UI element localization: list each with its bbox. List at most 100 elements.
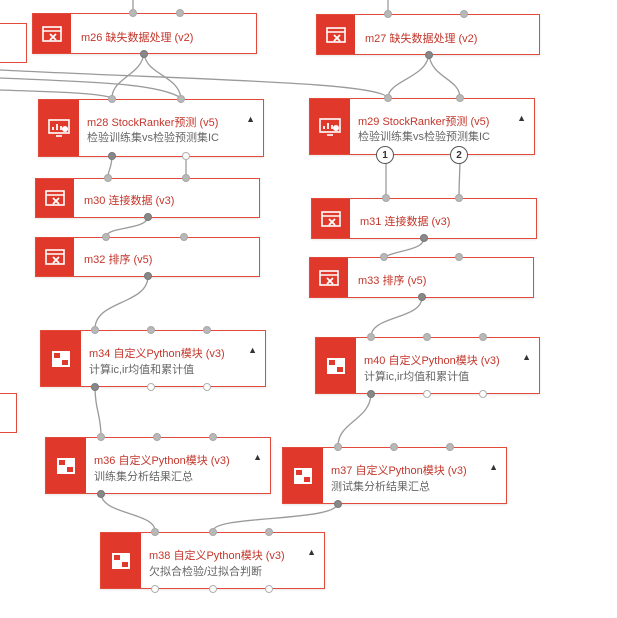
node-m37[interactable]: m37 自定义Python模块 (v3) 测试集分析结果汇总 ▲ (282, 447, 507, 504)
input-port[interactable] (423, 333, 431, 341)
output-port[interactable] (334, 500, 342, 508)
node-m33[interactable]: m33 排序 (v5) (309, 257, 534, 298)
input-port[interactable] (384, 94, 392, 102)
input-port[interactable] (176, 9, 184, 17)
input-port[interactable] (102, 233, 110, 241)
input-port[interactable] (147, 326, 155, 334)
collapse-caret-icon[interactable]: ▲ (517, 113, 526, 123)
node-title: m30 连接数据 (v3) (84, 195, 175, 207)
output-port[interactable] (140, 50, 148, 58)
node-title: m27 缺失数据处理 (v2) (365, 33, 478, 45)
collapse-caret-icon[interactable]: ▲ (248, 345, 257, 355)
input-port[interactable] (97, 433, 105, 441)
node-m30[interactable]: m30 连接数据 (v3) (35, 178, 260, 218)
output-port[interactable] (144, 272, 152, 280)
input-port[interactable] (203, 326, 211, 334)
node-title: m28 StockRanker预测 (v5) (87, 117, 219, 129)
node-m27[interactable]: m27 缺失数据处理 (v2) (316, 14, 540, 55)
input-port[interactable] (104, 174, 112, 182)
node-m36[interactable]: m36 自定义Python模块 (v3) 训练集分析结果汇总 ▲ (45, 437, 271, 494)
input-port[interactable] (456, 94, 464, 102)
output-port[interactable] (479, 390, 487, 398)
python-module-icon (41, 331, 81, 386)
node-title: m34 自定义Python模块 (v3) (89, 348, 225, 360)
output-port[interactable] (144, 213, 152, 221)
data-tool-icon (312, 199, 350, 238)
output-port-badge[interactable]: 1 (376, 146, 394, 164)
workflow-canvas[interactable]: m26 缺失数据处理 (v2) m27 缺失数据处理 (v2) m28 Stoc… (0, 0, 617, 618)
python-module-icon (101, 533, 141, 588)
node-subtitle: 测试集分析结果汇总 (331, 481, 430, 493)
node-title: m32 排序 (v5) (84, 254, 153, 266)
node-m32[interactable]: m32 排序 (v5) (35, 237, 260, 277)
input-port[interactable] (380, 253, 388, 261)
collapse-caret-icon[interactable]: ▲ (489, 462, 498, 472)
partial-node-left-bottom[interactable] (0, 393, 17, 433)
input-port[interactable] (108, 95, 116, 103)
input-port[interactable] (390, 443, 398, 451)
node-title: m26 缺失数据处理 (v2) (81, 32, 194, 44)
input-port[interactable] (209, 528, 217, 536)
input-port[interactable] (455, 194, 463, 202)
output-port-badge[interactable]: 2 (450, 146, 468, 164)
input-port[interactable] (384, 10, 392, 18)
output-port[interactable] (108, 152, 116, 160)
data-tool-icon (33, 14, 71, 53)
output-port[interactable] (418, 293, 426, 301)
input-port[interactable] (182, 174, 190, 182)
collapse-caret-icon[interactable]: ▲ (246, 114, 255, 124)
input-port[interactable] (209, 433, 217, 441)
output-port[interactable] (209, 585, 217, 593)
output-port[interactable] (367, 390, 375, 398)
input-port[interactable] (460, 10, 468, 18)
input-port[interactable] (151, 528, 159, 536)
output-port[interactable] (151, 585, 159, 593)
node-title: m33 排序 (v5) (358, 275, 427, 287)
output-port[interactable] (203, 383, 211, 391)
output-port[interactable] (147, 383, 155, 391)
partial-node-left-top[interactable] (0, 23, 27, 63)
input-port[interactable] (479, 333, 487, 341)
output-port[interactable] (91, 383, 99, 391)
input-port[interactable] (265, 528, 273, 536)
input-port[interactable] (91, 326, 99, 334)
output-port[interactable] (420, 234, 428, 242)
output-port[interactable] (265, 585, 273, 593)
python-module-icon (283, 448, 323, 503)
node-subtitle: 检验训练集vs检验预测集IC (87, 132, 219, 144)
output-port[interactable] (423, 390, 431, 398)
python-module-icon (46, 438, 86, 493)
chart-monitor-icon (39, 100, 79, 156)
input-port[interactable] (177, 95, 185, 103)
input-port[interactable] (446, 443, 454, 451)
node-title: m38 自定义Python模块 (v3) (149, 550, 285, 562)
node-m29[interactable]: m29 StockRanker预测 (v5) 检验训练集vs检验预测集IC ▲ (309, 98, 535, 155)
input-port[interactable] (455, 253, 463, 261)
node-title: m29 StockRanker预测 (v5) (358, 116, 490, 128)
input-port[interactable] (180, 233, 188, 241)
collapse-caret-icon[interactable]: ▲ (253, 452, 262, 462)
node-m31[interactable]: m31 连接数据 (v3) (311, 198, 537, 239)
input-port[interactable] (382, 194, 390, 202)
node-title: m37 自定义Python模块 (v3) (331, 465, 467, 477)
input-port[interactable] (129, 9, 137, 17)
node-m26[interactable]: m26 缺失数据处理 (v2) (32, 13, 257, 54)
output-port[interactable] (182, 152, 190, 160)
node-m40[interactable]: m40 自定义Python模块 (v3) 计算ic,ir均值和累计值 ▲ (315, 337, 540, 394)
node-title: m31 连接数据 (v3) (360, 216, 451, 228)
node-subtitle: 欠拟合检验/过拟合判断 (149, 566, 263, 578)
collapse-caret-icon[interactable]: ▲ (307, 547, 316, 557)
input-port[interactable] (153, 433, 161, 441)
input-port[interactable] (367, 333, 375, 341)
input-port[interactable] (334, 443, 342, 451)
collapse-caret-icon[interactable]: ▲ (522, 352, 531, 362)
node-subtitle: 计算ic,ir均值和累计值 (364, 371, 470, 383)
node-m38[interactable]: m38 自定义Python模块 (v3) 欠拟合检验/过拟合判断 ▲ (100, 532, 325, 589)
node-m28[interactable]: m28 StockRanker预测 (v5) 检验训练集vs检验预测集IC ▲ (38, 99, 264, 157)
node-m34[interactable]: m34 自定义Python模块 (v3) 计算ic,ir均值和累计值 ▲ (40, 330, 266, 387)
data-tool-icon (310, 258, 348, 297)
node-subtitle: 检验训练集vs检验预测集IC (358, 131, 490, 143)
output-port[interactable] (97, 490, 105, 498)
connection-lines (0, 0, 461, 532)
output-port[interactable] (425, 51, 433, 59)
